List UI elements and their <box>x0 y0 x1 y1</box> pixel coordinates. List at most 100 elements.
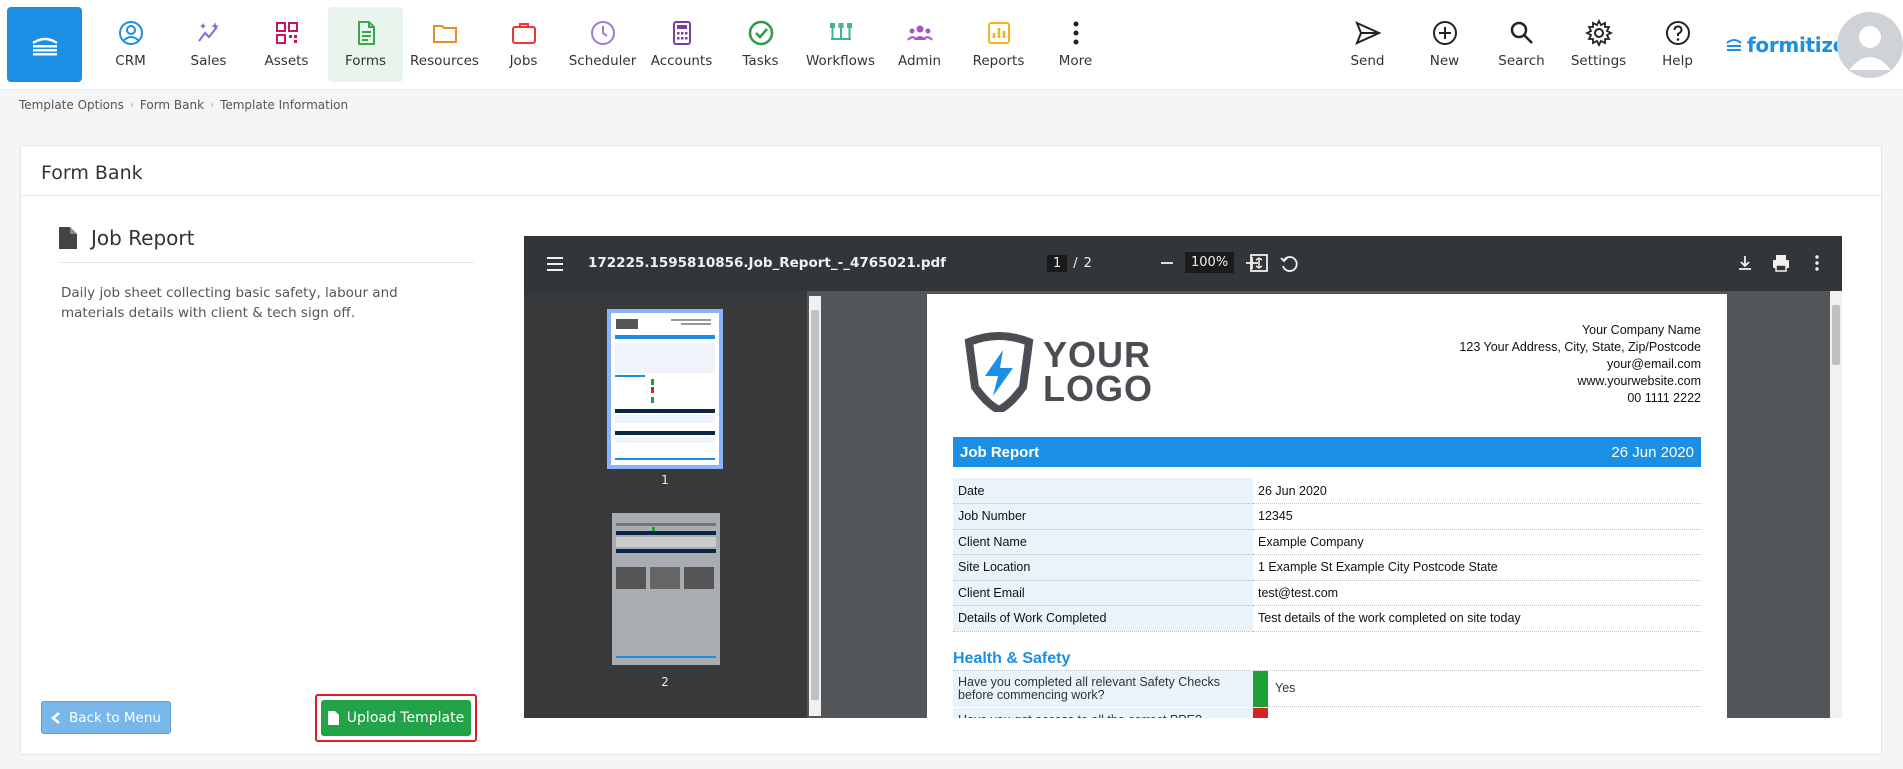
table-row: Details of Work Completed Test details of… <box>953 605 1701 632</box>
nav-assets[interactable]: Assets <box>249 7 324 82</box>
info-key: Client Name <box>953 529 1253 555</box>
nav-more[interactable]: More <box>1038 7 1113 82</box>
upload-template-button[interactable]: Upload Template <box>321 700 471 736</box>
page-2-preview <box>616 523 716 658</box>
nav-jobs[interactable]: Jobs <box>486 7 561 82</box>
thumbnail-page-1[interactable] <box>607 309 723 469</box>
page-input[interactable]: 1 <box>1047 255 1068 272</box>
info-value: Test details of the work completed on si… <box>1253 605 1701 632</box>
logo-text: YOUR LOGO <box>1043 334 1153 409</box>
breadcrumb-template-options[interactable]: Template Options <box>19 98 124 112</box>
thumbnail-label: 1 <box>661 473 669 487</box>
safety-answer: Yes <box>1275 681 1296 695</box>
info-value: Example Company <box>1253 529 1701 555</box>
info-key: Site Location <box>953 554 1253 581</box>
nav-label: Resources <box>410 53 479 69</box>
sidebar-scrollbar-thumb[interactable] <box>811 310 819 700</box>
users-group-icon <box>906 25 933 41</box>
nav-forms[interactable]: Forms <box>328 7 403 82</box>
more-vertical-icon[interactable] <box>1806 252 1828 274</box>
logo-text-line: YOUR <box>1043 334 1152 375</box>
info-key: Date <box>953 478 1253 504</box>
nav-accounts[interactable]: Accounts <box>644 7 719 82</box>
page-title: Form Bank <box>21 146 1881 196</box>
help-circle-icon <box>1665 21 1690 45</box>
company-website: www.yourwebsite.com <box>1577 374 1701 388</box>
document-scrollbar-thumb[interactable] <box>1832 305 1840 365</box>
template-description: Daily job sheet collecting basic safety,… <box>61 285 398 321</box>
nav-send[interactable]: Send <box>1330 7 1405 82</box>
nav-label: Admin <box>897 53 942 69</box>
send-icon <box>1354 21 1381 45</box>
safety-question: Have you completed all relevant Safety C… <box>953 671 1253 707</box>
check-circle-icon <box>748 20 773 46</box>
nav-label: New <box>1429 53 1460 69</box>
nav-label: Accounts <box>650 53 713 69</box>
clock-icon <box>590 21 615 45</box>
info-value: 1 Example St Example City Postcode State <box>1253 554 1701 581</box>
nav-sales[interactable]: Sales <box>171 7 246 82</box>
brand-name: formitize <box>1747 33 1846 57</box>
nav-label: Send <box>1350 53 1385 69</box>
company-name: Your Company Name <box>1581 323 1701 337</box>
print-icon[interactable] <box>1770 252 1792 274</box>
sidebar-scrollbar[interactable] <box>809 296 821 716</box>
logo-text-line: LOGO <box>1043 368 1153 409</box>
document-scrollbar[interactable] <box>1830 291 1842 718</box>
template-header: Job Report <box>59 226 474 263</box>
status-flag-red <box>1253 708 1268 718</box>
nav-label: Jobs <box>509 53 538 69</box>
file-icon <box>59 227 77 249</box>
qr-code-icon <box>275 22 298 44</box>
briefcase-icon <box>511 23 536 44</box>
nav-resources[interactable]: Resources <box>407 7 482 82</box>
nav-search[interactable]: Search <box>1484 7 1559 82</box>
nav-reports[interactable]: Reports <box>961 7 1036 82</box>
file-icon <box>327 711 339 725</box>
rotate-icon[interactable] <box>1278 252 1300 274</box>
nav-help[interactable]: Help <box>1640 7 1715 82</box>
nav-settings[interactable]: Settings <box>1561 7 1636 82</box>
company-phone: 00 1111 2222 <box>1627 391 1701 405</box>
table-row: Client Email test@test.com <box>953 580 1701 606</box>
plus-circle-icon <box>1432 21 1457 45</box>
nav-new[interactable]: New <box>1407 7 1482 82</box>
nav-label: More <box>1058 53 1093 69</box>
home-logo-icon <box>31 37 58 55</box>
thumbnail-page-2[interactable] <box>612 513 720 665</box>
nav-workflows[interactable]: Workflows <box>803 7 878 82</box>
info-key: Details of Work Completed <box>953 605 1253 632</box>
zoom-out-icon[interactable] <box>1159 255 1175 271</box>
company-address: 123 Your Address, City, State, Zip/Postc… <box>1459 340 1701 354</box>
nav-crm[interactable]: CRM <box>93 7 168 82</box>
zoom-controls: 100% <box>1159 252 1260 273</box>
upload-label: Upload Template <box>346 710 465 726</box>
nav-label: Assets <box>264 53 309 69</box>
back-to-menu-button[interactable]: Back to Menu <box>41 701 171 734</box>
nav-scheduler[interactable]: Scheduler <box>565 7 640 82</box>
download-icon[interactable] <box>1734 252 1756 274</box>
user-silhouette-icon <box>1849 26 1891 70</box>
job-info-table: Date 26 Jun 2020 Job Number 12345 Client N… <box>953 478 1701 632</box>
fit-page-icon[interactable] <box>1248 252 1270 274</box>
nav-tasks[interactable]: Tasks <box>723 7 798 82</box>
section-heading: Health & Safety <box>953 650 1071 667</box>
nav-admin[interactable]: Admin <box>882 7 957 82</box>
info-value: 12345 <box>1253 503 1701 530</box>
safety-row: Have you got access to all the correct P… <box>953 708 1701 718</box>
nav-label: Settings <box>1570 53 1627 69</box>
chevron-left-icon <box>51 711 60 724</box>
company-email: your@email.com <box>1607 357 1701 371</box>
template-info: Job Report Daily job sheet collecting ba… <box>59 226 474 323</box>
table-row: Date 26 Jun 2020 <box>953 478 1701 504</box>
menu-icon[interactable] <box>544 253 566 275</box>
nav-label: Tasks <box>742 53 779 69</box>
zoom-value[interactable]: 100% <box>1185 252 1235 273</box>
home-button[interactable] <box>7 7 82 82</box>
breadcrumb-form-bank[interactable]: Form Bank <box>140 98 204 112</box>
back-label: Back to Menu <box>69 709 161 726</box>
nav-label: CRM <box>115 53 146 69</box>
avatar[interactable] <box>1837 12 1903 78</box>
template-title: Job Report <box>91 226 195 250</box>
gear-icon <box>1584 19 1613 47</box>
